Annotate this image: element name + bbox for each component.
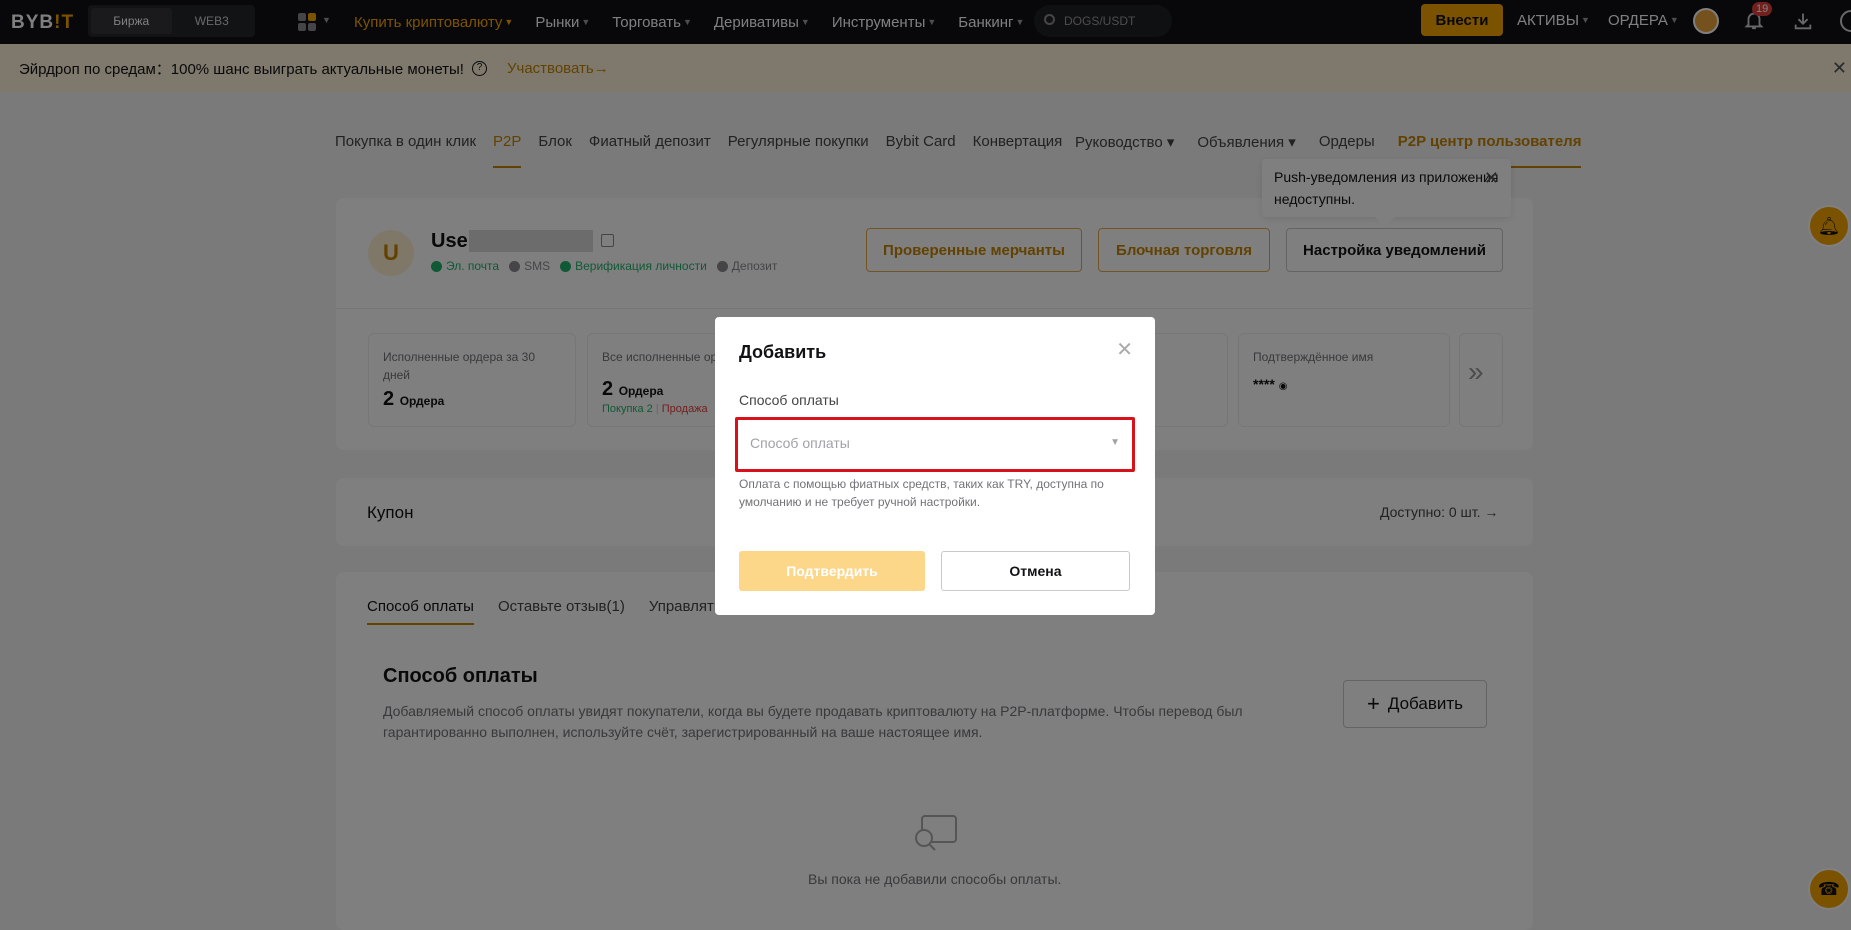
confirm-button[interactable]: Подтвердить [739,551,925,591]
add-payment-modal: Добавить ✕ Способ оплаты Способ оплаты ▼… [715,317,1155,615]
payment-method-label: Способ оплаты [739,392,839,408]
cancel-button[interactable]: Отмена [941,551,1130,591]
modal-title: Добавить [739,342,827,362]
payment-method-select[interactable]: Способ оплаты ▼ [735,417,1135,472]
close-icon[interactable]: ✕ [1116,337,1133,362]
modal-hint: Оплата с помощью фиатных средств, таких … [739,477,1104,509]
select-placeholder: Способ оплаты [750,435,850,451]
chevron-down-icon: ▼ [1110,437,1120,448]
